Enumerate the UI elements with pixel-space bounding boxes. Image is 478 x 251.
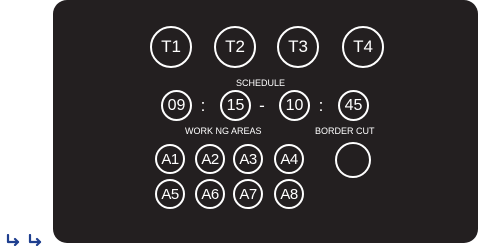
area-a5-button[interactable]: A5: [155, 179, 185, 209]
end-time-separator: :: [318, 96, 324, 115]
area-a2-button[interactable]: A2: [195, 144, 225, 174]
start-time-separator: :: [200, 96, 206, 115]
timer-t1-button[interactable]: T1: [150, 26, 192, 68]
return-arrow-icons: [6, 233, 42, 247]
end-hour-field[interactable]: 10: [279, 90, 310, 121]
area-a3-button[interactable]: A3: [233, 144, 263, 174]
area-a1-button[interactable]: A1: [155, 144, 185, 174]
timer-t3-button[interactable]: T3: [277, 26, 319, 68]
end-minute-field[interactable]: 45: [338, 90, 369, 121]
start-minute-field[interactable]: 15: [220, 90, 251, 121]
range-separator: -: [259, 96, 265, 115]
timer-t4-button[interactable]: T4: [342, 26, 384, 68]
border-cut-heading: BORDER CUT: [315, 126, 375, 136]
control-panel: T1 T2 T3 T4 SCHEDULE 09 : 15 - 10 : 45 W…: [53, 0, 478, 243]
area-a8-button[interactable]: A8: [274, 179, 304, 209]
area-a7-button[interactable]: A7: [233, 179, 263, 209]
schedule-heading: SCHEDULE: [236, 78, 286, 88]
start-hour-field[interactable]: 09: [161, 90, 192, 121]
area-a6-button[interactable]: A6: [195, 179, 225, 209]
work-areas-heading: WORK NG AREAS: [185, 126, 262, 136]
timer-t2-button[interactable]: T2: [214, 26, 256, 68]
return-arrows: [6, 233, 50, 251]
border-cut-button[interactable]: [335, 142, 371, 178]
area-a4-button[interactable]: A4: [274, 144, 304, 174]
